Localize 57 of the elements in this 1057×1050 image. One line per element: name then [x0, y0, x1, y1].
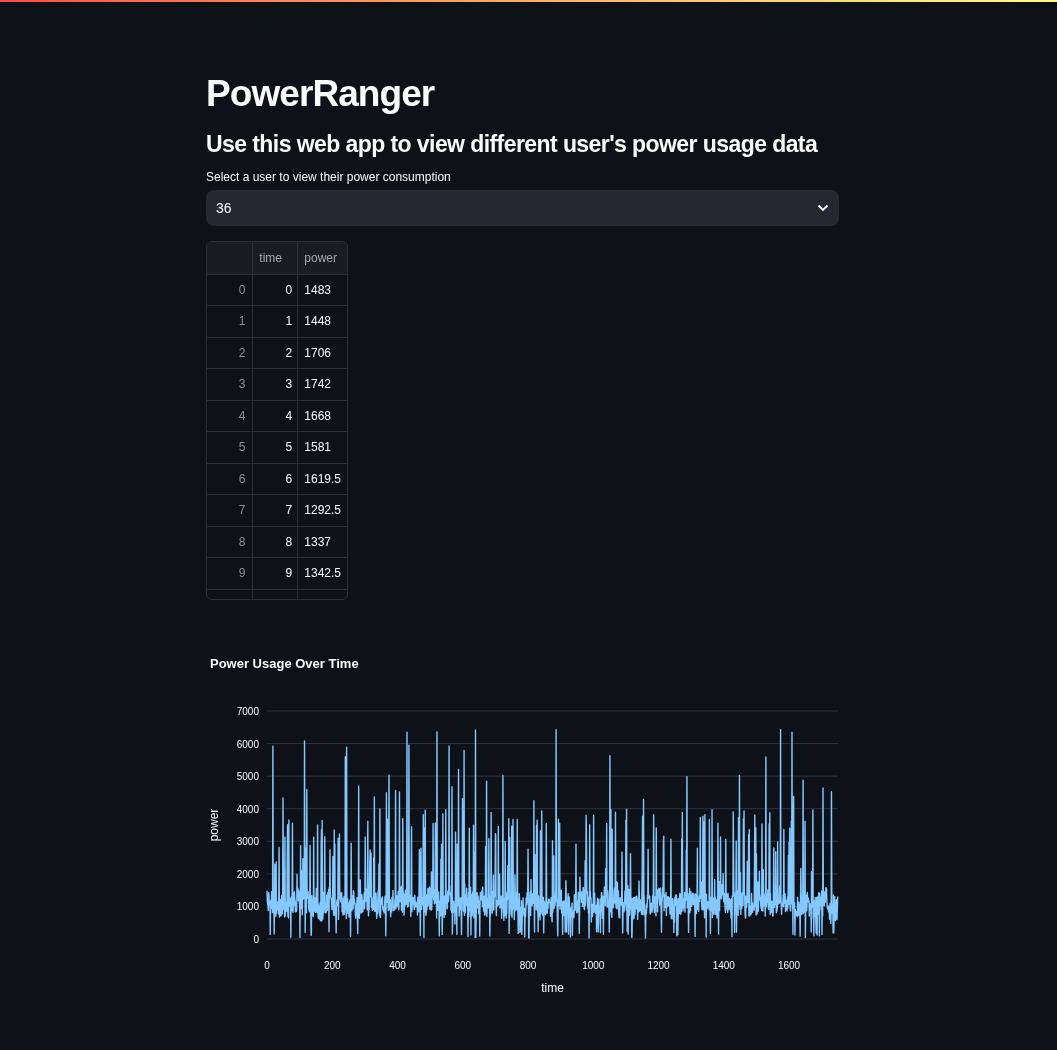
y-tick-label: 1000 — [236, 900, 259, 912]
table-cell: 9 — [252, 557, 298, 589]
table-cell: 1342.5 — [297, 557, 347, 589]
table-cell: 1668 — [297, 400, 347, 432]
x-tick-label: 200 — [323, 959, 341, 971]
chart-title: Power Usage Over Time — [210, 655, 360, 673]
chevron-down-icon — [817, 204, 829, 212]
x-tick-label: 1400 — [712, 959, 735, 971]
y-tick-label: 5000 — [236, 770, 259, 782]
table-cell: 1742 — [297, 368, 347, 400]
table-cell: 1448 — [297, 305, 347, 337]
x-tick-label: 600 — [454, 959, 472, 971]
x-tick-label: 800 — [519, 959, 537, 971]
table-cell: 5 — [252, 431, 298, 463]
x-axis-title: time — [541, 980, 564, 995]
table-cell: 6 — [252, 463, 298, 495]
y-tick-label: 4000 — [236, 803, 259, 815]
table-cell: 8 — [252, 526, 298, 558]
row-index-cell: 6 — [207, 463, 253, 495]
column-header: power — [297, 242, 347, 274]
select-label: Select a user to view their power consumption — [206, 169, 452, 185]
table-cell: 1483 — [297, 274, 347, 306]
row-index-cell: 9 — [207, 557, 253, 589]
y-tick-label: 2000 — [236, 868, 259, 880]
column-header: time — [252, 242, 298, 274]
y-tick-label: 0 — [253, 933, 259, 945]
x-tick-label: 0 — [264, 959, 270, 971]
y-tick-label: 3000 — [236, 835, 259, 847]
user-select-dropdown[interactable]: 36 — [206, 190, 839, 226]
x-tick-label: 1000 — [582, 959, 605, 971]
page-title: PowerRanger — [206, 72, 436, 116]
row-index-cell: 8 — [207, 526, 253, 558]
row-index-cell: 3 — [207, 368, 253, 400]
row-index-cell: 2 — [207, 337, 253, 369]
row-index-cell: 7 — [207, 494, 253, 526]
page-subtitle: Use this web app to view different user's power usage data — [206, 130, 819, 159]
table-cell: 1706 — [297, 337, 347, 369]
row-index-cell: 4 — [207, 400, 253, 432]
table-cell: 3 — [252, 368, 298, 400]
table-cell: 0 — [252, 274, 298, 306]
table-cell: 1581 — [297, 431, 347, 463]
y-axis-title: power — [207, 808, 221, 841]
y-tick-label: 7000 — [236, 705, 259, 717]
table-cell: 4 — [252, 400, 298, 432]
row-index-cell: 0 — [207, 274, 253, 306]
x-tick-label: 400 — [389, 959, 406, 971]
table-cell: 2 — [252, 337, 298, 369]
y-tick-label: 6000 — [236, 738, 259, 750]
table-cell: 1292.5 — [297, 494, 347, 526]
row-index-cell: 5 — [207, 431, 253, 463]
row-index-cell: 1 — [207, 305, 253, 337]
table-cell: 1 — [252, 305, 298, 337]
table-cell: 7 — [252, 494, 298, 526]
x-tick-label: 1200 — [647, 959, 670, 971]
table-cell: 1619.5 — [297, 463, 347, 495]
table-cell: 1337 — [297, 526, 347, 558]
x-tick-label: 1600 — [777, 959, 801, 971]
